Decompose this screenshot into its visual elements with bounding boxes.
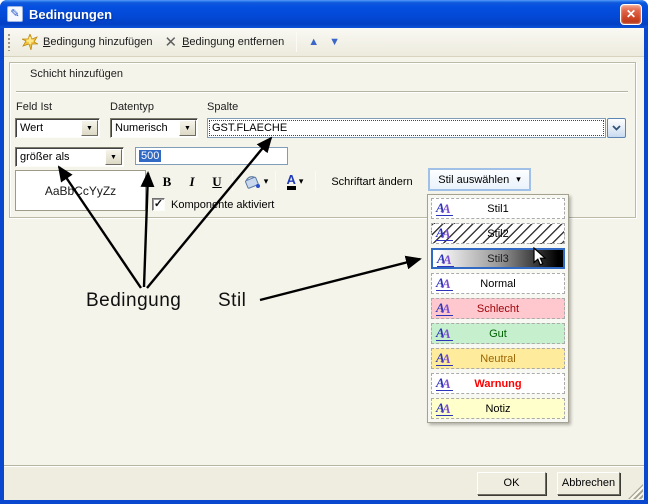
chevron-down-icon bbox=[612, 125, 621, 131]
add-condition-label: Bedingung hinzufügen bbox=[43, 36, 153, 48]
format-separator bbox=[315, 171, 316, 191]
column-dropdown-button[interactable] bbox=[607, 118, 626, 138]
style-option[interactable]: AA Stil3 bbox=[431, 248, 565, 269]
toolbar: Bedingung hinzufügen ✕ Bedingung entfern… bbox=[4, 28, 644, 57]
style-option-label: Neutral bbox=[480, 353, 515, 365]
style-dropdown-list: AA Stil1 AA Stil2 AA Stil3 AA bbox=[427, 194, 569, 423]
operator-combobox[interactable]: größer als ▼ bbox=[15, 147, 124, 167]
fill-color-icon bbox=[242, 174, 261, 190]
dropdown-arrow-icon[interactable]: ▼ bbox=[105, 149, 122, 165]
cell-style-icon: AA bbox=[437, 252, 454, 267]
style-option-label: Gut bbox=[489, 328, 507, 340]
checkbox-checked-icon[interactable]: ✓ bbox=[152, 198, 165, 211]
component-enabled-label: Komponente aktiviert bbox=[171, 199, 274, 211]
group-title: Schicht hinzufügen bbox=[30, 68, 123, 80]
bold-button[interactable]: B bbox=[156, 170, 178, 193]
threshold-input[interactable]: 500 bbox=[135, 147, 288, 165]
content-area: Schicht hinzufügen Feld Ist Datentyp Spa… bbox=[4, 57, 644, 465]
field-value: Wert bbox=[16, 119, 80, 137]
menu-arrow-icon: ▾ bbox=[299, 176, 304, 187]
threshold-selection: 500 bbox=[139, 150, 161, 162]
column-value: GST.FLAECHE bbox=[212, 122, 287, 134]
style-option-label: Stil2 bbox=[487, 228, 508, 240]
field-label: Feld Ist bbox=[16, 101, 52, 113]
style-select-button[interactable]: Stil auswählen ▾ bbox=[428, 168, 531, 191]
font-preview-box: AaBbCcYyZz bbox=[15, 170, 146, 211]
operator-value: größer als bbox=[16, 148, 104, 166]
dialog-window: ✎ Bedingungen ✕ Bedingung hinzufügen ✕ B… bbox=[0, 0, 648, 504]
column-combobox[interactable]: GST.FLAECHE bbox=[207, 118, 626, 138]
close-button[interactable]: ✕ bbox=[620, 4, 642, 25]
component-enabled-row[interactable]: ✓ Komponente aktiviert bbox=[152, 198, 274, 211]
style-annotation-label: Stil bbox=[218, 290, 246, 312]
style-option-label: Notiz bbox=[485, 403, 510, 415]
move-down-button[interactable]: ▼ bbox=[324, 34, 345, 50]
format-separator bbox=[232, 171, 233, 191]
remove-condition-icon: ✕ bbox=[165, 35, 178, 50]
toolbar-grip[interactable] bbox=[8, 34, 10, 51]
style-select-label: Stil auswählen bbox=[438, 174, 509, 186]
style-option[interactable]: AA Notiz bbox=[431, 398, 565, 419]
style-option-label: Warnung bbox=[474, 378, 521, 390]
style-option-label: Stil1 bbox=[487, 203, 508, 215]
toolbar-separator bbox=[296, 32, 297, 52]
cell-style-icon: AA bbox=[436, 351, 453, 366]
cell-style-icon: AA bbox=[436, 301, 453, 316]
style-option[interactable]: AA Stil2 bbox=[431, 223, 565, 244]
change-font-button[interactable]: Schriftart ändern bbox=[322, 170, 422, 193]
window-icon: ✎ bbox=[7, 6, 23, 22]
move-up-button[interactable]: ▲ bbox=[303, 34, 324, 50]
remove-condition-button[interactable]: ✕ Bedingung entfernen bbox=[159, 32, 291, 53]
menu-arrow-icon: ▾ bbox=[264, 176, 269, 187]
style-option-label: Stil3 bbox=[487, 253, 508, 265]
font-color-button[interactable]: A ▾ bbox=[278, 170, 312, 193]
add-condition-button[interactable]: Bedingung hinzufügen bbox=[16, 31, 159, 53]
remove-condition-label: Bedingung entfernen bbox=[182, 36, 284, 48]
footer-bar: OK Abbrechen bbox=[4, 465, 644, 500]
column-label: Spalte bbox=[207, 101, 238, 113]
condition-annotation-label: Bedingung bbox=[86, 290, 181, 312]
font-color-icon: A bbox=[287, 173, 296, 190]
cell-style-icon: AA bbox=[436, 276, 453, 291]
resize-grip[interactable] bbox=[628, 484, 643, 499]
datatype-value: Numerisch bbox=[111, 119, 178, 137]
datatype-combobox[interactable]: Numerisch ▼ bbox=[110, 118, 198, 138]
format-separator bbox=[275, 171, 276, 191]
style-option[interactable]: AA Gut bbox=[431, 323, 565, 344]
cell-style-icon: AA bbox=[436, 226, 453, 241]
group-separator bbox=[16, 91, 628, 93]
style-option-label: Normal bbox=[480, 278, 515, 290]
style-option[interactable]: AA Normal bbox=[431, 273, 565, 294]
cell-style-icon: AA bbox=[436, 201, 453, 216]
cell-style-icon: AA bbox=[436, 401, 453, 416]
column-field[interactable]: GST.FLAECHE bbox=[207, 118, 606, 138]
field-combobox[interactable]: Wert ▼ bbox=[15, 118, 100, 138]
style-option[interactable]: AA Schlecht bbox=[431, 298, 565, 319]
menu-arrow-icon: ▾ bbox=[516, 174, 521, 185]
dropdown-arrow-icon[interactable]: ▼ bbox=[179, 120, 196, 136]
cancel-button[interactable]: Abbrechen bbox=[557, 472, 620, 495]
datatype-label: Datentyp bbox=[110, 101, 154, 113]
style-option[interactable]: AA Warnung bbox=[431, 373, 565, 394]
fill-color-button[interactable]: ▾ bbox=[237, 170, 273, 193]
client-area: Bedingung hinzufügen ✕ Bedingung entfern… bbox=[4, 28, 644, 500]
add-condition-icon bbox=[22, 34, 38, 50]
cell-style-icon: AA bbox=[436, 376, 453, 391]
window-title: Bedingungen bbox=[29, 7, 112, 22]
style-option-label: Schlecht bbox=[477, 303, 519, 315]
dropdown-arrow-icon[interactable]: ▼ bbox=[81, 120, 98, 136]
titlebar[interactable]: ✎ Bedingungen ✕ bbox=[0, 0, 648, 28]
cell-style-icon: AA bbox=[436, 326, 453, 341]
underline-button[interactable]: U bbox=[205, 170, 229, 193]
italic-button[interactable]: I bbox=[181, 170, 203, 193]
style-option[interactable]: AA Neutral bbox=[431, 348, 565, 369]
ok-button[interactable]: OK bbox=[477, 472, 546, 495]
style-option[interactable]: AA Stil1 bbox=[431, 198, 565, 219]
